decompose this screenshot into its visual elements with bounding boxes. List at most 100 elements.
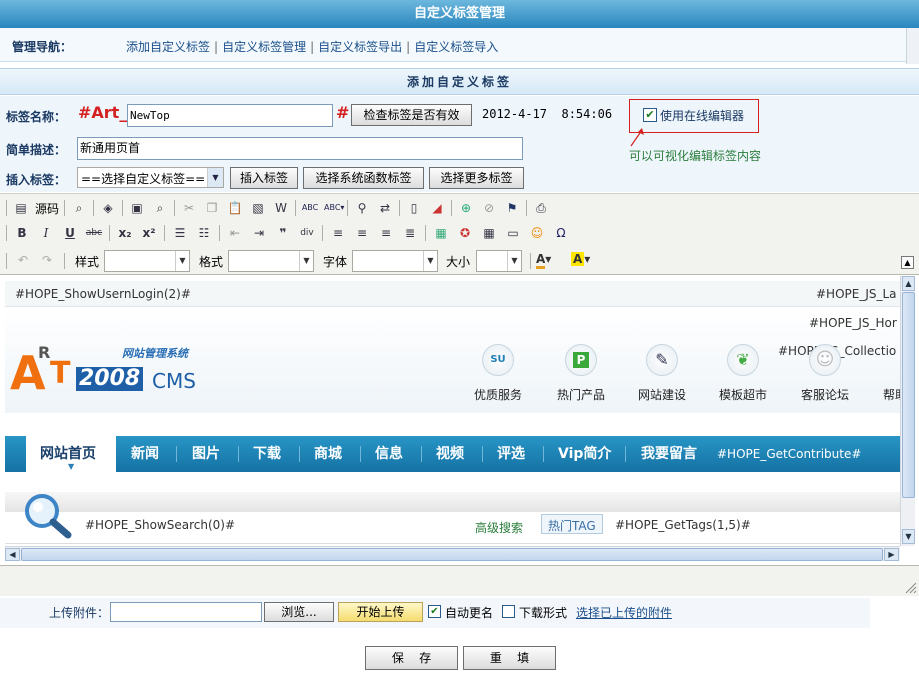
align-justify-icon[interactable]: ≣ [401,224,419,242]
quick-icon-templates[interactable]: ❦ 模板超市 [719,344,767,402]
scroll-up-icon[interactable]: ▲ [902,276,915,291]
paste-word-icon[interactable]: W [272,199,290,217]
paste-icon[interactable]: 📋 [226,199,244,217]
align-center-icon[interactable]: ≡ [353,224,371,242]
anchor-flag-icon[interactable]: ⚑ [503,199,521,217]
menu-item-news[interactable]: 新闻 [131,436,159,472]
special-char-icon[interactable]: Ω [552,224,570,242]
font-color-icon[interactable]: A▾ [536,252,551,269]
menu-item-shop[interactable]: 商城 [314,436,342,472]
spellcheck-icon[interactable]: ABC [301,199,319,217]
browse-button[interactable]: 浏览... [264,602,334,622]
strikethrough-icon[interactable]: abc [85,224,103,242]
quick-icon-service[interactable]: SU 优质服务 [474,344,522,402]
more-tags-button[interactable]: 选择更多标签 [429,167,524,189]
superscript-icon[interactable]: x² [140,224,158,242]
menu-item-video[interactable]: 视频 [436,436,464,472]
undo-icon[interactable]: ↶ [14,251,32,269]
flash-icon[interactable]: ✪ [456,224,474,242]
scroll-left-icon[interactable]: ◀ [5,548,20,561]
indent-icon[interactable]: ⇥ [250,224,268,242]
editor-content-area[interactable]: #HOPE_ShowUsernLogin(2)# #HOPE_JS_La #HO… [0,276,919,566]
quick-icon-forum[interactable]: ☺ 客服论坛 [801,344,849,402]
scroll-right-icon[interactable]: ▶ [884,548,899,561]
collapse-toolbar-icon[interactable]: ▲ [901,256,914,269]
download-form-checkbox[interactable] [502,605,515,618]
horizontal-rule-icon[interactable]: ▭ [504,224,522,242]
quick-icon-products[interactable]: P 热门产品 [557,344,605,402]
scroll-down-icon[interactable]: ▼ [902,529,915,544]
check-tag-button[interactable]: 检查标签是否有效 [351,104,472,126]
nav-link-add[interactable]: 添加自定义标签 [126,40,210,54]
preview-icon[interactable]: ⌕ [70,199,88,217]
menu-item-info[interactable]: 信息 [375,436,403,472]
image-icon[interactable]: ▦ [432,224,450,242]
outdent-icon[interactable]: ⇤ [226,224,244,242]
smiley-icon[interactable]: ☺ [528,224,546,242]
redo-icon[interactable]: ↷ [38,251,56,269]
resize-grip-icon[interactable] [903,580,917,594]
custom-tag-select[interactable]: ==选择自定义标签== ▼ [77,167,224,188]
advanced-search-link[interactable]: 高级搜索 [475,519,523,536]
document-icon[interactable]: ▯ [405,199,423,217]
style-select[interactable]: ▼ [104,250,190,272]
insert-tag-button[interactable]: 插入标签 [230,167,298,189]
italic-icon[interactable]: I [37,224,55,242]
eraser-icon[interactable]: ◢ [428,199,446,217]
ordered-list-icon[interactable]: ☰ [171,224,189,242]
menu-item-vote[interactable]: 评选 [497,436,525,472]
menu-item-downloads[interactable]: 下载 [253,436,281,472]
cut-icon[interactable]: ✂ [180,199,198,217]
top-scrollbar[interactable] [906,28,919,64]
menu-item-images[interactable]: 图片 [192,436,220,472]
copy-icon[interactable]: ❐ [203,199,221,217]
quick-icon-website[interactable]: ✎ 网站建设 [638,344,686,402]
spellcheck-options-icon[interactable]: ABC▾ [324,199,344,217]
size-select[interactable]: ▼ [476,250,522,272]
source-label[interactable]: 源码 [35,200,59,217]
bold-icon[interactable]: B [13,224,31,242]
nav-link-import[interactable]: 自定义标签导入 [414,40,498,54]
replace-icon[interactable]: ⇄ [376,199,394,217]
template-icon[interactable]: ◈ [99,199,117,217]
link-icon[interactable]: ⊕ [457,199,475,217]
horizontal-scroll-thumb[interactable] [21,548,883,561]
tag-name-input[interactable]: NewTop [127,104,333,127]
start-upload-button[interactable]: 开始上传 [338,602,423,622]
subscript-icon[interactable]: x₂ [116,224,134,242]
div-container-icon[interactable]: div [298,224,316,242]
nav-link-manage[interactable]: 自定义标签管理 [222,40,306,54]
description-input[interactable]: 新通用页首 [77,137,523,160]
binoculars-icon[interactable]: ⚲ [353,199,371,217]
menu-item-message[interactable]: 我要留言 [641,436,697,472]
system-function-button[interactable]: 选择系统函数标签 [303,167,424,189]
editor-horizontal-scrollbar[interactable]: ◀ ▶ [5,546,900,561]
find-icon[interactable]: ⌕ [151,199,169,217]
print-icon[interactable]: ⎙ [532,199,550,217]
toolbar-separator [347,200,349,216]
underline-icon[interactable]: U [61,224,79,242]
quick-icon-help[interactable]: 帮助 [881,344,900,414]
reset-button[interactable]: 重 填 [463,646,556,670]
blockquote-icon[interactable]: ❞ [274,224,292,242]
paste-text-icon[interactable]: ▧ [249,199,267,217]
table-icon[interactable]: ▦ [480,224,498,242]
online-editor-checkbox[interactable]: ✔ [643,108,657,122]
editor-vertical-scrollbar[interactable]: ▲ ▼ [900,276,915,546]
bg-color-icon[interactable]: A ▾ [571,252,590,266]
nav-link-export[interactable]: 自定义标签导出 [318,40,402,54]
unordered-list-icon[interactable]: ☷ [195,224,213,242]
auto-rename-checkbox[interactable]: ✔ [428,605,441,618]
unlink-icon[interactable]: ⊘ [480,199,498,217]
save-button[interactable]: 保 存 [365,646,458,670]
source-icon[interactable]: ▤ [12,199,30,217]
choose-uploaded-link[interactable]: 选择已上传的附件 [576,604,672,621]
menu-item-vip[interactable]: Vip简介 [558,436,611,472]
font-select[interactable]: ▼ [352,250,438,272]
select-all-icon[interactable]: ▣ [128,199,146,217]
align-right-icon[interactable]: ≡ [377,224,395,242]
align-left-icon[interactable]: ≡ [329,224,347,242]
format-select[interactable]: ▼ [228,250,314,272]
upload-file-input[interactable] [110,602,262,622]
scroll-thumb[interactable] [902,292,915,498]
